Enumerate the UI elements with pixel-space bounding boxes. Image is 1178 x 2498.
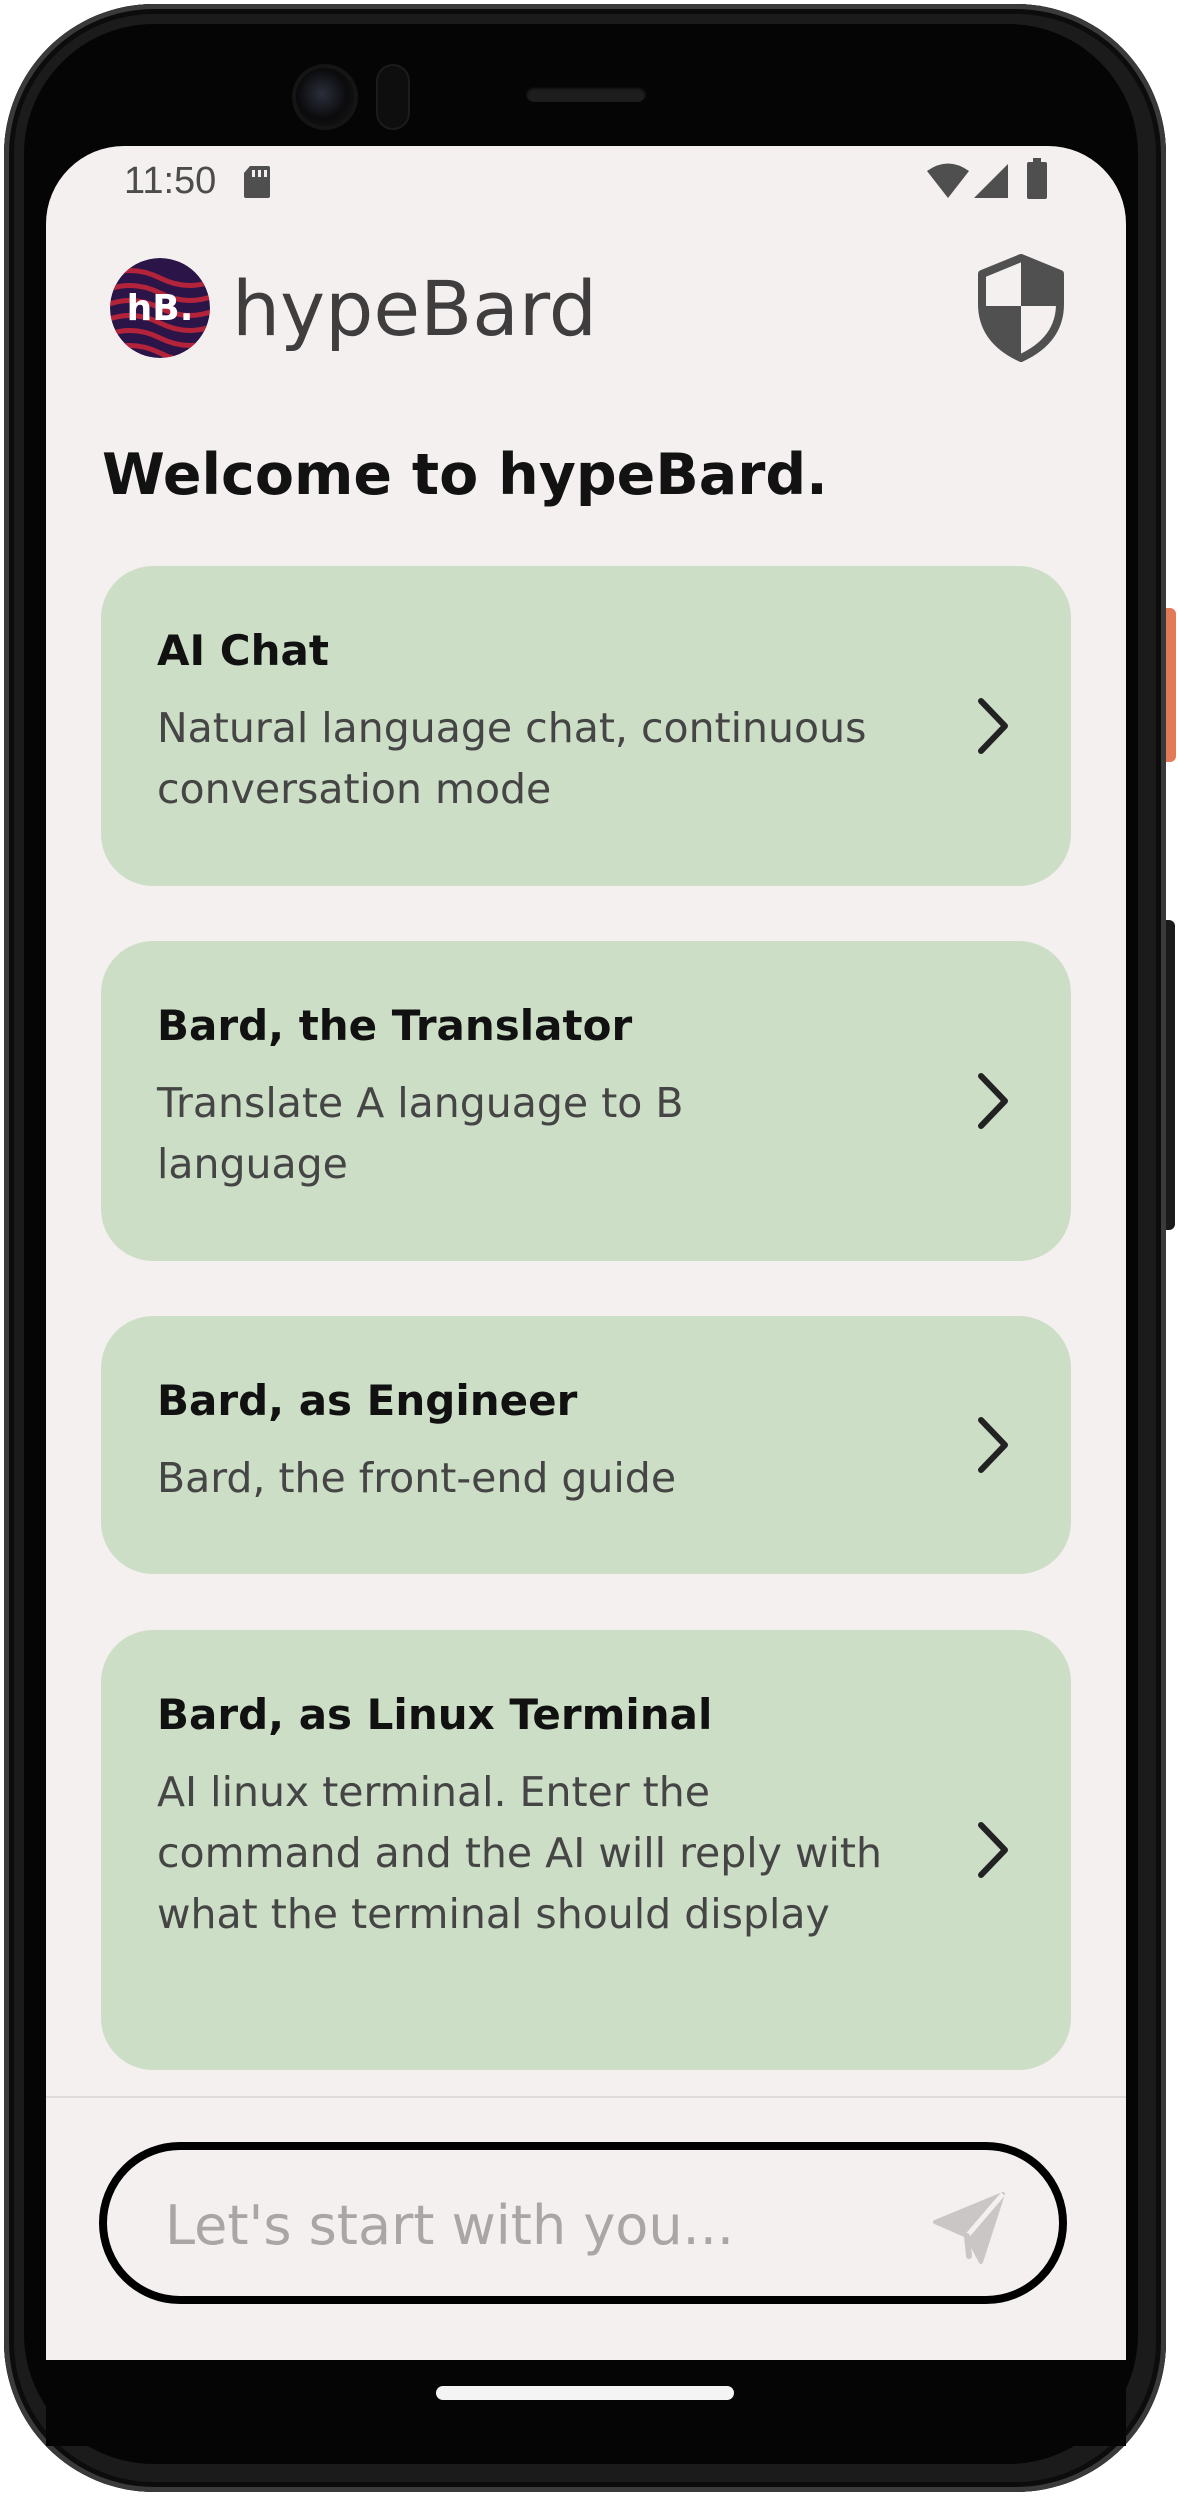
- phone-frame: 11:50 hB. hypeBard Welcome to hypeBard. …: [0, 0, 1178, 2498]
- card-description: Translate A language to B language: [157, 1079, 684, 1188]
- chevron-right-icon: [978, 1073, 1008, 1129]
- chevron-right-icon: [978, 1822, 1008, 1878]
- card-title: Bard, the Translator: [157, 1001, 633, 1050]
- card-linux-terminal[interactable]: Bard, as Linux Terminal AI linux termina…: [101, 1630, 1071, 2070]
- card-title: Bard, as Engineer: [157, 1376, 578, 1425]
- status-time: 11:50: [124, 160, 217, 202]
- chat-input[interactable]: [163, 2184, 927, 2266]
- card-description: AI linux terminal. Enter the command and…: [157, 1768, 882, 1938]
- card-title: Bard, as Linux Terminal: [157, 1690, 713, 1739]
- card-description: Bard, the front-end guide: [157, 1454, 677, 1502]
- bottom-bezel: [46, 2360, 1126, 2446]
- composer-divider: [46, 2096, 1126, 2098]
- logo-image: hB.: [110, 258, 210, 358]
- volume-button: [1166, 920, 1175, 1230]
- app-logo: hB.: [110, 258, 210, 358]
- app-title: hypeBard: [232, 264, 598, 353]
- sd-card-icon: [244, 166, 270, 198]
- chevron-right-icon: [978, 698, 1008, 754]
- earpiece-speaker: [526, 86, 646, 102]
- proximity-sensor: [378, 66, 408, 128]
- wifi-icon: [927, 163, 969, 198]
- chevron-right-icon: [978, 1417, 1008, 1473]
- signal-icon: [974, 164, 1008, 198]
- shield-icon[interactable]: [974, 254, 1068, 362]
- chat-composer: [99, 2142, 1067, 2304]
- app-screen: 11:50 hB. hypeBard Welcome to hypeBard. …: [46, 146, 1126, 2360]
- welcome-heading: Welcome to hypeBard.: [102, 442, 828, 508]
- logo-text: hB.: [127, 288, 194, 329]
- card-ai-chat[interactable]: AI Chat Natural language chat, continuou…: [101, 566, 1071, 886]
- card-engineer[interactable]: Bard, as Engineer Bard, the front-end gu…: [101, 1316, 1071, 1574]
- card-description: Natural language chat, continuous conver…: [157, 704, 867, 813]
- card-translator[interactable]: Bard, the Translator Translate A languag…: [101, 941, 1071, 1261]
- send-icon[interactable]: [929, 2190, 1009, 2266]
- card-title: AI Chat: [157, 626, 329, 675]
- battery-icon: [1027, 158, 1047, 199]
- power-button: [1166, 608, 1176, 762]
- front-camera: [296, 68, 354, 126]
- home-indicator[interactable]: [436, 2386, 734, 2400]
